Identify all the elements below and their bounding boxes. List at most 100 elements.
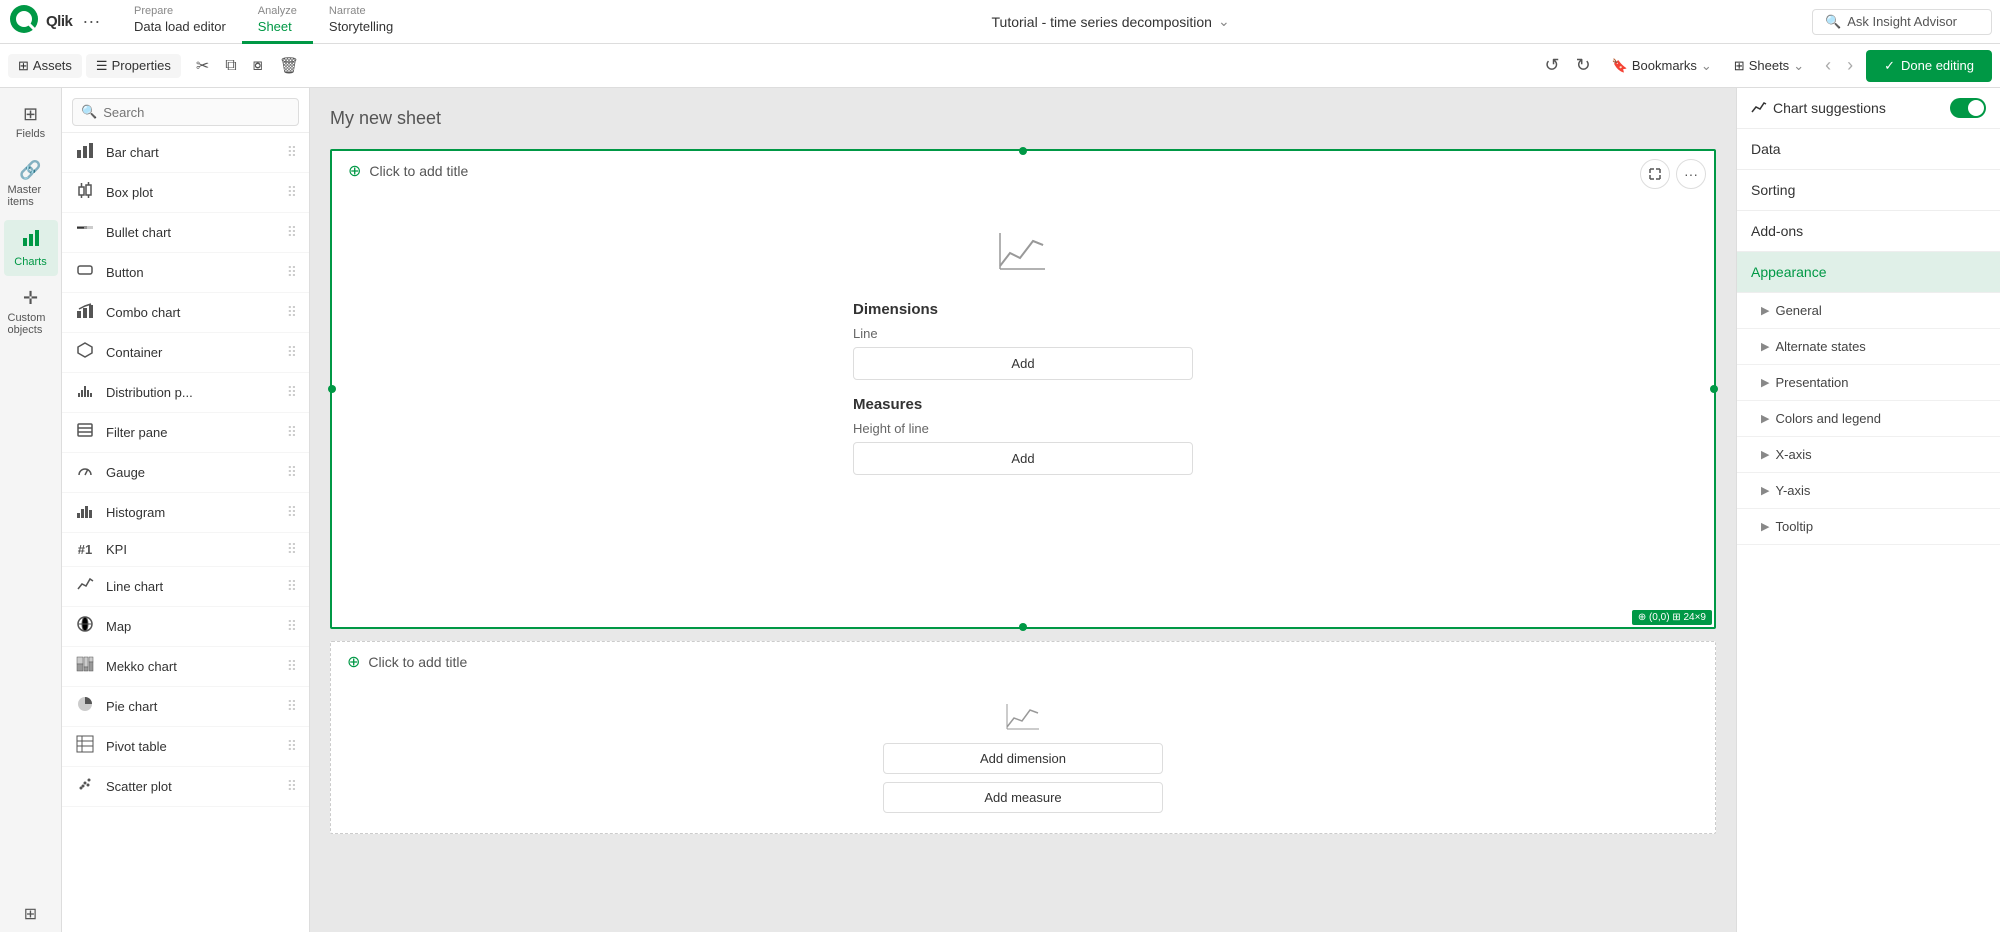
title-chevron[interactable]: ⌄ xyxy=(1218,13,1230,30)
rp-subsection-x-axis[interactable]: ▶ X-axis xyxy=(1737,437,2000,473)
rp-section-data[interactable]: Data xyxy=(1737,129,2000,170)
cut-button[interactable]: ✂ xyxy=(189,51,216,81)
chart-canvas-2[interactable]: ⊕ Click to add title Add dimension Add m… xyxy=(330,641,1716,834)
chart-suggestions-toggle[interactable] xyxy=(1950,98,1986,118)
chart-item-box-plot[interactable]: Box plot ⠿ xyxy=(62,173,309,213)
tab-prepare[interactable]: Prepare Data load editor xyxy=(118,0,242,44)
sidebar-item-charts[interactable]: Charts xyxy=(4,220,58,276)
drag-handle[interactable]: ⠿ xyxy=(287,144,297,161)
chart-canvas-1[interactable]: ⊕ Click to add title ··· xyxy=(330,149,1716,629)
charts-list: Bar chart ⠿ Box plot ⠿ Bullet chart ⠿ xyxy=(62,133,309,932)
drag-handle[interactable]: ⠿ xyxy=(287,541,297,558)
copy-button[interactable]: ⧉ xyxy=(218,52,243,80)
filter-pane-icon xyxy=(74,421,96,444)
paste-button[interactable]: ⧇ xyxy=(246,52,270,80)
left-sidebar: ⊞ Fields 🔗 Master items Charts ✛ Custom … xyxy=(0,88,62,932)
charts-search-input[interactable] xyxy=(103,105,290,120)
resize-handle-left[interactable] xyxy=(328,385,336,393)
drag-handle[interactable]: ⠿ xyxy=(287,464,297,481)
chart-item-combo-chart[interactable]: Combo chart ⠿ xyxy=(62,293,309,333)
rp-subsection-presentation[interactable]: ▶ Presentation xyxy=(1737,365,2000,401)
tab-narrate[interactable]: Narrate Storytelling xyxy=(313,0,409,44)
resize-handle-right[interactable] xyxy=(1710,385,1718,393)
properties-button[interactable]: ☰ Properties xyxy=(86,54,181,78)
rp-subsection-general[interactable]: ▶ General xyxy=(1737,293,2000,329)
rp-subsection-tooltip[interactable]: ▶ Tooltip xyxy=(1737,509,2000,545)
drag-handle[interactable]: ⠿ xyxy=(287,424,297,441)
drag-handle[interactable]: ⠿ xyxy=(287,738,297,755)
chart-item-bar-chart[interactable]: Bar chart ⠿ xyxy=(62,133,309,173)
rp-subsection-alternate-states[interactable]: ▶ Alternate states xyxy=(1737,329,2000,365)
click-to-add-title-1[interactable]: Click to add title xyxy=(369,163,468,179)
chart-item-histogram[interactable]: Histogram ⠿ xyxy=(62,493,309,533)
chart-item-distribution-p[interactable]: Distribution p... ⠿ xyxy=(62,373,309,413)
chart-item-mekko-chart[interactable]: Mekko chart ⠿ xyxy=(62,647,309,687)
sidebar-item-custom-objects[interactable]: ✛ Custom objects xyxy=(4,280,58,344)
next-sheet-button[interactable]: › xyxy=(1840,50,1860,81)
rp-section-appearance[interactable]: Appearance xyxy=(1737,252,2000,293)
add-dimension-button[interactable]: Add xyxy=(853,347,1193,380)
chevron-icon: ▶ xyxy=(1761,520,1769,533)
chart-item-pie-chart[interactable]: Pie chart ⠿ xyxy=(62,687,309,727)
top-navigation-bar: Qlik ··· Prepare Data load editor Analyz… xyxy=(0,0,2000,44)
sidebar-item-fields[interactable]: ⊞ Fields xyxy=(4,96,58,148)
chart-item-line-chart[interactable]: Line chart ⠿ xyxy=(62,567,309,607)
chart-header-2: ⊕ Click to add title xyxy=(331,642,1715,682)
rp-section-addons[interactable]: Add-ons xyxy=(1737,211,2000,252)
chart-item-map[interactable]: Map ⠿ xyxy=(62,607,309,647)
drag-handle[interactable]: ⠿ xyxy=(287,184,297,201)
delete-button[interactable]: 🗑 xyxy=(272,51,306,81)
bottom-icon: ⊞ xyxy=(24,904,37,924)
rp-subsection-y-axis[interactable]: ▶ Y-axis xyxy=(1737,473,2000,509)
redo-button[interactable]: ↻ xyxy=(1569,50,1598,81)
add-measure-button-2[interactable]: Add measure xyxy=(883,782,1163,813)
chart-item-filter-pane[interactable]: Filter pane ⠿ xyxy=(62,413,309,453)
add-title-icon-2: ⊕ xyxy=(347,652,360,672)
drag-handle[interactable]: ⠿ xyxy=(287,778,297,795)
gauge-icon xyxy=(74,461,96,484)
prev-sheet-button[interactable]: ‹ xyxy=(1818,50,1838,81)
chart-item-pivot-table[interactable]: Pivot table ⠿ xyxy=(62,727,309,767)
right-panel: Chart suggestions Data Sorting Add-ons A… xyxy=(1736,88,2000,932)
sidebar-item-master-items[interactable]: 🔗 Master items xyxy=(4,152,58,216)
chart-item-scatter-plot[interactable]: Scatter plot ⠿ xyxy=(62,767,309,807)
resize-handle-bottom[interactable] xyxy=(1019,623,1027,631)
rp-section-sorting[interactable]: Sorting xyxy=(1737,170,2000,211)
drag-handle[interactable]: ⠿ xyxy=(287,658,297,675)
drag-handle[interactable]: ⠿ xyxy=(287,264,297,281)
chart-item-bullet-chart[interactable]: Bullet chart ⠿ xyxy=(62,213,309,253)
sidebar-item-bottom[interactable]: ⊞ xyxy=(4,896,58,932)
chart-item-kpi[interactable]: #1 KPI ⠿ xyxy=(62,533,309,567)
assets-button[interactable]: ⊞ Assets xyxy=(8,54,82,78)
more-options-button[interactable]: ··· xyxy=(78,9,104,34)
resize-handle-top[interactable] xyxy=(1019,147,1027,155)
sheets-button[interactable]: ⊞ Sheets ⌄ xyxy=(1726,53,1812,79)
chart-item-button[interactable]: Button ⠿ xyxy=(62,253,309,293)
chart-ctrl-size[interactable] xyxy=(1640,159,1670,189)
measures-section: Measures Height of line Add xyxy=(853,396,1193,491)
drag-handle[interactable]: ⠿ xyxy=(287,224,297,241)
chart-item-container[interactable]: Container ⠿ xyxy=(62,333,309,373)
click-to-add-title-2[interactable]: Click to add title xyxy=(368,654,467,670)
undo-button[interactable]: ↺ xyxy=(1537,50,1566,81)
tab-analyze[interactable]: Analyze Sheet xyxy=(242,0,313,44)
drag-handle[interactable]: ⠿ xyxy=(287,698,297,715)
insight-advisor-button[interactable]: 🔍 Ask Insight Advisor xyxy=(1812,9,1992,35)
chevron-icon: ▶ xyxy=(1761,340,1769,353)
drag-handle[interactable]: ⠿ xyxy=(287,344,297,361)
add-measure-button[interactable]: Add xyxy=(853,442,1193,475)
drag-handle[interactable]: ⠿ xyxy=(287,504,297,521)
bar-chart-icon xyxy=(74,141,96,164)
drag-handle[interactable]: ⠿ xyxy=(287,304,297,321)
bullet-chart-icon xyxy=(74,221,96,244)
drag-handle[interactable]: ⠿ xyxy=(287,578,297,595)
chart-item-gauge[interactable]: Gauge ⠿ xyxy=(62,453,309,493)
drag-handle[interactable]: ⠿ xyxy=(287,618,297,635)
chevron-icon: ▶ xyxy=(1761,484,1769,497)
rp-subsection-colors-and-legend[interactable]: ▶ Colors and legend xyxy=(1737,401,2000,437)
done-editing-button[interactable]: ✓ Done editing xyxy=(1866,50,1992,82)
bookmarks-button[interactable]: 🔖 Bookmarks ⌄ xyxy=(1604,53,1720,79)
add-dimension-button-2[interactable]: Add dimension xyxy=(883,743,1163,774)
chart-ctrl-more[interactable]: ··· xyxy=(1676,159,1706,189)
drag-handle[interactable]: ⠿ xyxy=(287,384,297,401)
